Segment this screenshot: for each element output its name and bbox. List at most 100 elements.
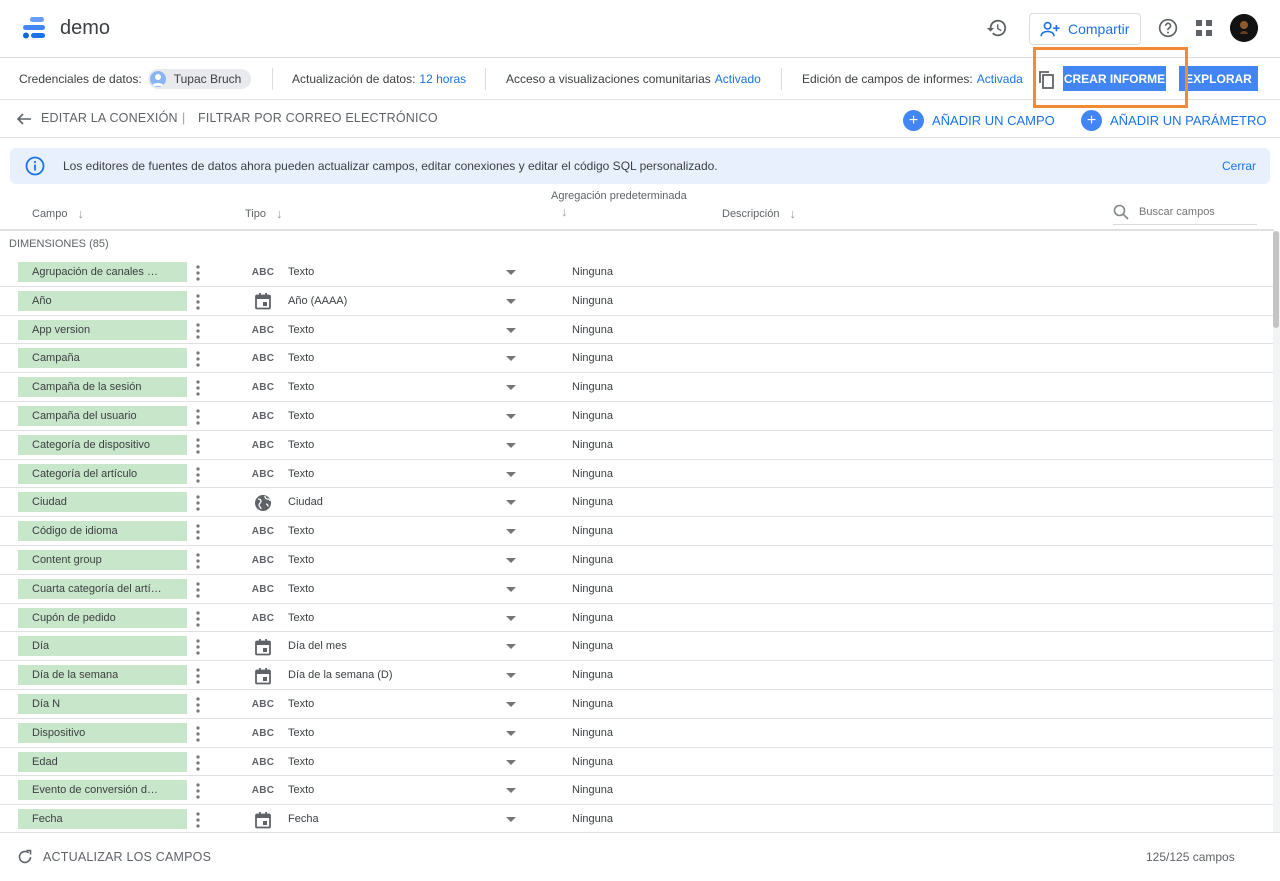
add-field-button[interactable]: + AÑADIR UN CAMPO xyxy=(903,110,1055,131)
field-name-chip[interactable]: Campaña de la sesión xyxy=(18,377,187,398)
type-dropdown-arrow-icon[interactable] xyxy=(506,298,516,304)
field-editing-value-link[interactable]: Activada xyxy=(977,72,1023,86)
more-vert-icon[interactable] xyxy=(192,437,204,455)
aggregation-value[interactable]: Ninguna xyxy=(572,669,613,681)
search-fields[interactable] xyxy=(1113,200,1257,225)
type-dropdown-arrow-icon[interactable] xyxy=(506,500,516,506)
share-button[interactable]: Compartir xyxy=(1029,13,1141,45)
field-name-chip[interactable]: Ciudad xyxy=(18,492,187,513)
aggregation-value[interactable]: Ninguna xyxy=(572,324,613,336)
field-name-chip[interactable]: Cupón de pedido xyxy=(18,607,187,628)
field-name-chip[interactable]: Día de la semana xyxy=(18,665,187,686)
field-type-label[interactable]: Texto xyxy=(288,756,314,768)
more-vert-icon[interactable] xyxy=(192,754,204,772)
field-name-chip[interactable]: Categoría de dispositivo xyxy=(18,434,187,455)
type-dropdown-arrow-icon[interactable] xyxy=(506,356,516,362)
field-type-label[interactable]: Fecha xyxy=(288,813,319,825)
type-dropdown-arrow-icon[interactable] xyxy=(506,644,516,650)
type-dropdown-arrow-icon[interactable] xyxy=(506,270,516,275)
aggregation-value[interactable]: Ninguna xyxy=(572,468,613,480)
type-dropdown-arrow-icon[interactable] xyxy=(506,327,516,333)
column-header-type[interactable]: Tipo ↓ xyxy=(245,206,283,221)
type-dropdown-arrow-icon[interactable] xyxy=(506,586,516,592)
more-vert-icon[interactable] xyxy=(192,264,204,282)
field-type-label[interactable]: Año (AAAA) xyxy=(288,295,347,307)
aggregation-value[interactable]: Ninguna xyxy=(572,496,613,508)
history-icon[interactable] xyxy=(986,17,1008,39)
apps-grid-icon[interactable] xyxy=(1196,20,1212,36)
more-vert-icon[interactable] xyxy=(192,667,204,685)
aggregation-value[interactable]: Ninguna xyxy=(572,554,613,566)
field-name-chip[interactable]: Categoría del artículo xyxy=(18,463,187,484)
type-dropdown-arrow-icon[interactable] xyxy=(506,385,516,391)
field-name-chip[interactable]: Dispositivo xyxy=(18,722,187,743)
more-vert-icon[interactable] xyxy=(192,811,204,829)
more-vert-icon[interactable] xyxy=(192,552,204,570)
refresh-value-link[interactable]: 12 horas xyxy=(419,72,466,86)
type-dropdown-arrow-icon[interactable] xyxy=(506,817,516,823)
field-type-label[interactable]: Texto xyxy=(288,410,314,422)
field-type-label[interactable]: Texto xyxy=(288,266,314,278)
field-name-chip[interactable]: Edad xyxy=(18,751,187,772)
community-value-link[interactable]: Activado xyxy=(715,72,761,86)
aggregation-value[interactable]: Ninguna xyxy=(572,295,613,307)
aggregation-value[interactable]: Ninguna xyxy=(572,439,613,451)
aggregation-value[interactable]: Ninguna xyxy=(572,784,613,796)
field-type-label[interactable]: Texto xyxy=(288,324,314,336)
more-vert-icon[interactable] xyxy=(192,293,204,311)
type-dropdown-arrow-icon[interactable] xyxy=(506,442,516,448)
type-dropdown-arrow-icon[interactable] xyxy=(506,413,516,419)
aggregation-value[interactable]: Ninguna xyxy=(572,640,613,652)
field-name-chip[interactable]: Campaña xyxy=(18,348,187,369)
field-type-label[interactable]: Día de la semana (D) xyxy=(288,669,393,681)
field-name-chip[interactable]: Día N xyxy=(18,693,187,714)
field-type-label[interactable]: Texto xyxy=(288,352,314,364)
create-report-button[interactable]: CREAR INFORME xyxy=(1063,66,1166,91)
more-vert-icon[interactable] xyxy=(192,408,204,426)
user-avatar[interactable] xyxy=(1230,14,1258,42)
type-dropdown-arrow-icon[interactable] xyxy=(506,557,516,563)
filter-by-email-button[interactable]: FILTRAR POR CORREO ELECTRÓNICO xyxy=(198,111,438,125)
more-vert-icon[interactable] xyxy=(192,610,204,628)
field-type-label[interactable]: Ciudad xyxy=(288,496,323,508)
field-type-label[interactable]: Texto xyxy=(288,727,314,739)
field-type-label[interactable]: Texto xyxy=(288,439,314,451)
field-type-label[interactable]: Texto xyxy=(288,381,314,393)
field-type-label[interactable]: Día del mes xyxy=(288,640,347,652)
back-arrow-icon[interactable] xyxy=(16,111,32,127)
field-type-label[interactable]: Texto xyxy=(288,612,314,624)
type-dropdown-arrow-icon[interactable] xyxy=(506,673,516,679)
field-name-chip[interactable]: Fecha xyxy=(18,809,187,830)
more-vert-icon[interactable] xyxy=(192,638,204,656)
help-icon[interactable] xyxy=(1158,18,1178,38)
field-type-label[interactable]: Texto xyxy=(288,554,314,566)
scrollbar-thumb[interactable] xyxy=(1273,231,1279,328)
refresh-fields-button[interactable]: ACTUALIZAR LOS CAMPOS xyxy=(17,849,211,865)
close-notice-button[interactable]: Cerrar xyxy=(1222,159,1256,173)
more-vert-icon[interactable] xyxy=(192,379,204,397)
data-source-title[interactable]: demo xyxy=(60,17,110,40)
edit-connection-button[interactable]: EDITAR LA CONEXIÓN xyxy=(41,111,178,125)
aggregation-value[interactable]: Ninguna xyxy=(572,756,613,768)
field-name-chip[interactable]: Año xyxy=(18,290,187,311)
aggregation-value[interactable]: Ninguna xyxy=(572,352,613,364)
field-name-chip[interactable]: Cuarta categoría del artíc... xyxy=(18,578,187,599)
aggregation-value[interactable]: Ninguna xyxy=(572,727,613,739)
search-fields-input[interactable] xyxy=(1139,206,1249,218)
field-name-chip[interactable]: Evento de conversión de ... xyxy=(18,780,187,801)
aggregation-value[interactable]: Ninguna xyxy=(572,813,613,825)
type-dropdown-arrow-icon[interactable] xyxy=(506,730,516,736)
field-name-chip[interactable]: App version xyxy=(18,319,187,340)
aggregation-value[interactable]: Ninguna xyxy=(572,525,613,537)
field-type-label[interactable]: Texto xyxy=(288,583,314,595)
looker-studio-logo-icon[interactable] xyxy=(22,16,48,42)
more-vert-icon[interactable] xyxy=(192,581,204,599)
type-dropdown-arrow-icon[interactable] xyxy=(506,615,516,621)
type-dropdown-arrow-icon[interactable] xyxy=(506,471,516,477)
field-name-chip[interactable]: Content group xyxy=(18,549,187,570)
more-vert-icon[interactable] xyxy=(192,725,204,743)
copy-icon[interactable] xyxy=(1036,69,1056,89)
type-dropdown-arrow-icon[interactable] xyxy=(506,759,516,765)
more-vert-icon[interactable] xyxy=(192,696,204,714)
column-header-description[interactable]: Descripción ↓ xyxy=(722,206,796,221)
